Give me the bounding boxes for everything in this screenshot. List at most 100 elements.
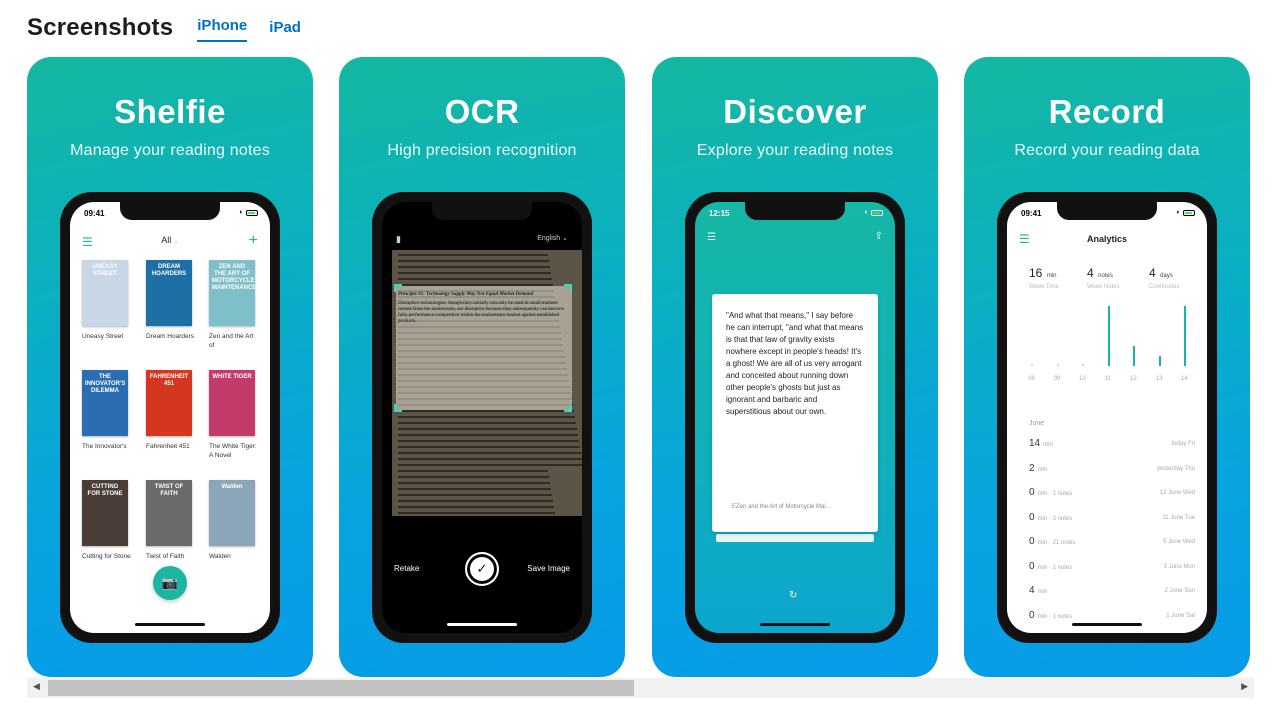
status-time: 09:41 <box>84 209 105 218</box>
book-cover[interactable]: UNEASY STREET <box>82 260 128 326</box>
book-title: Cutting for Stone <box>82 553 131 560</box>
daily-row[interactable]: 2 min yesterday Thu <box>1029 463 1195 477</box>
camera-icon: 📷 <box>161 575 179 590</box>
chart-tick-label: 12 <box>1130 376 1137 382</box>
chart-empty-dot <box>1082 364 1084 366</box>
row-minutes: 0 <box>1029 560 1035 572</box>
note-quote: "And what that means," I say before he c… <box>726 311 864 416</box>
scroll-thumb[interactable] <box>48 680 634 696</box>
row-date: 11 June Tue <box>1162 515 1195 521</box>
daily-row[interactable]: 0 min · 1 notes 1 June Sat <box>1029 610 1195 624</box>
screenshot-card-record[interactable]: Record Record your reading data 09:41 ◗ … <box>964 57 1250 677</box>
row-unit: min <box>1037 564 1048 571</box>
scroll-right-arrow[interactable]: ▶ <box>1241 681 1248 692</box>
row-weekday: Fri <box>1188 441 1195 447</box>
scroll-left-arrow[interactable]: ◀ <box>33 681 40 692</box>
row-duration: 14 min <box>1029 438 1053 449</box>
row-weekday: Wed <box>1182 490 1195 496</box>
tab-ipad[interactable]: iPad <box>269 18 301 42</box>
camera-button[interactable]: 📷 <box>153 566 187 600</box>
month-label: June <box>1029 420 1045 427</box>
card-title: Discover <box>723 93 867 130</box>
row-duration: 0 min · 3 notes <box>1029 512 1072 523</box>
row-weekday: Tue <box>1184 514 1195 521</box>
home-indicator <box>447 623 517 626</box>
chart-tick-label: 14 <box>1181 376 1188 382</box>
row-day: today <box>1171 441 1187 447</box>
row-minutes: 0 <box>1029 609 1035 621</box>
daily-row[interactable]: 14 min today Fri <box>1029 438 1195 452</box>
screenshot-card-ocr[interactable]: OCR High precision recognition ▮ English… <box>339 57 625 677</box>
chart-bar <box>1184 306 1186 366</box>
crop-corner[interactable] <box>394 404 402 412</box>
row-duration: 0 min · 21 notes <box>1029 536 1076 547</box>
row-day: yesterday <box>1157 465 1184 472</box>
row-duration: 4 min <box>1029 585 1047 596</box>
book-cover[interactable]: TWIST OF FAITH <box>146 480 192 546</box>
book-title: The Innovator's <box>82 443 127 450</box>
book-cover[interactable]: Walden <box>209 480 255 546</box>
text-line <box>398 452 581 454</box>
book-cover[interactable]: CUTTING FOR STONE <box>82 480 128 546</box>
row-notes: · 1 notes <box>1048 491 1073 497</box>
row-weekday: Wed <box>1182 539 1195 545</box>
row-day: 2 June <box>1164 588 1183 594</box>
wifi-icon: ◗ <box>238 209 243 216</box>
screenshot-card-discover[interactable]: Discover Explore your reading notes 12:1… <box>652 57 938 677</box>
card-subtitle: Record your reading data <box>1014 142 1200 159</box>
flash-icon[interactable]: ▮ <box>396 234 401 245</box>
row-day: 12 June <box>1159 490 1182 496</box>
daily-row[interactable]: 0 min · 21 notes 5 June Wed <box>1029 536 1195 550</box>
recognized-heading: Principle #1: Technology Supply May Not … <box>398 292 534 297</box>
phone-frame: ▮ English ⌄ Principle #1: Technology Sup… <box>372 192 592 643</box>
language-label: English <box>537 235 561 242</box>
language-selector[interactable]: English ⌄ <box>537 234 568 242</box>
book-cover[interactable]: THE INNOVATOR'S DILEMMA <box>82 370 128 436</box>
text-line <box>398 446 580 448</box>
text-line <box>398 470 548 472</box>
row-weekday: Sun <box>1184 588 1195 594</box>
book-cover[interactable]: WHITE TIGER <box>209 370 255 436</box>
share-icon[interactable]: ⇧ <box>875 231 883 242</box>
book-cover[interactable]: ZEN AND THE ART OF MOTORCYCLE MAINTENANC… <box>209 260 255 326</box>
row-weekday: Sat <box>1185 612 1195 619</box>
crop-corner[interactable] <box>394 284 402 292</box>
row-duration: 2 min <box>1029 463 1047 474</box>
book-title: Walden <box>209 553 231 560</box>
book-cover[interactable]: FAHRENHEIT 451 <box>146 370 192 436</box>
stat-label: Continuous <box>1149 284 1180 290</box>
book-cover[interactable]: DREAM HOARDERS <box>146 260 192 326</box>
save-image-button[interactable]: Save Image <box>527 564 570 573</box>
text-line <box>398 506 554 508</box>
row-weekday: Thu <box>1184 465 1195 472</box>
crop-corner[interactable] <box>564 284 572 292</box>
daily-row[interactable]: 0 min · 1 notes 3 June Mon <box>1029 561 1195 575</box>
note-card[interactable]: "And what that means," I say before he c… <box>712 294 878 532</box>
chart-tick-label: 13 <box>1155 376 1163 382</box>
card-title: Record <box>1048 93 1166 130</box>
text-line <box>398 278 552 280</box>
confirm-button[interactable]: ✓ <box>465 552 499 586</box>
menu-icon[interactable]: ☰ <box>707 232 716 243</box>
tab-iphone[interactable]: iPhone <box>197 16 248 42</box>
daily-row[interactable]: 4 min 2 June Sun <box>1029 585 1195 599</box>
add-icon[interactable]: + <box>249 232 258 250</box>
daily-row[interactable]: 0 min · 3 notes 11 June Tue <box>1029 512 1195 526</box>
book-title: Twist of Faith <box>146 553 185 560</box>
daily-row[interactable]: 0 min · 1 notes 12 June Wed <box>1029 487 1195 501</box>
card-title: Shelfie <box>114 93 226 130</box>
row-notes: · 1 notes <box>1048 613 1073 620</box>
status-icons: ◗ <box>239 209 258 216</box>
screenshot-card-shelfie[interactable]: Shelfie Manage your reading notes 09:41 … <box>27 57 313 677</box>
refresh-icon[interactable]: ↻ <box>789 590 797 601</box>
stat-value: 16 <box>1029 266 1043 280</box>
horizontal-scrollbar[interactable]: ◀ ▶ <box>27 678 1254 698</box>
row-date: today Fri <box>1172 441 1195 447</box>
filter-dropdown[interactable]: All ⌄ <box>70 235 270 245</box>
text-line <box>398 488 551 490</box>
chart-empty-dot <box>1031 364 1033 366</box>
row-date: yesterday Thu <box>1157 466 1195 472</box>
text-line <box>398 266 550 268</box>
retake-button[interactable]: Retake <box>394 564 419 573</box>
crop-corner[interactable] <box>564 404 572 412</box>
